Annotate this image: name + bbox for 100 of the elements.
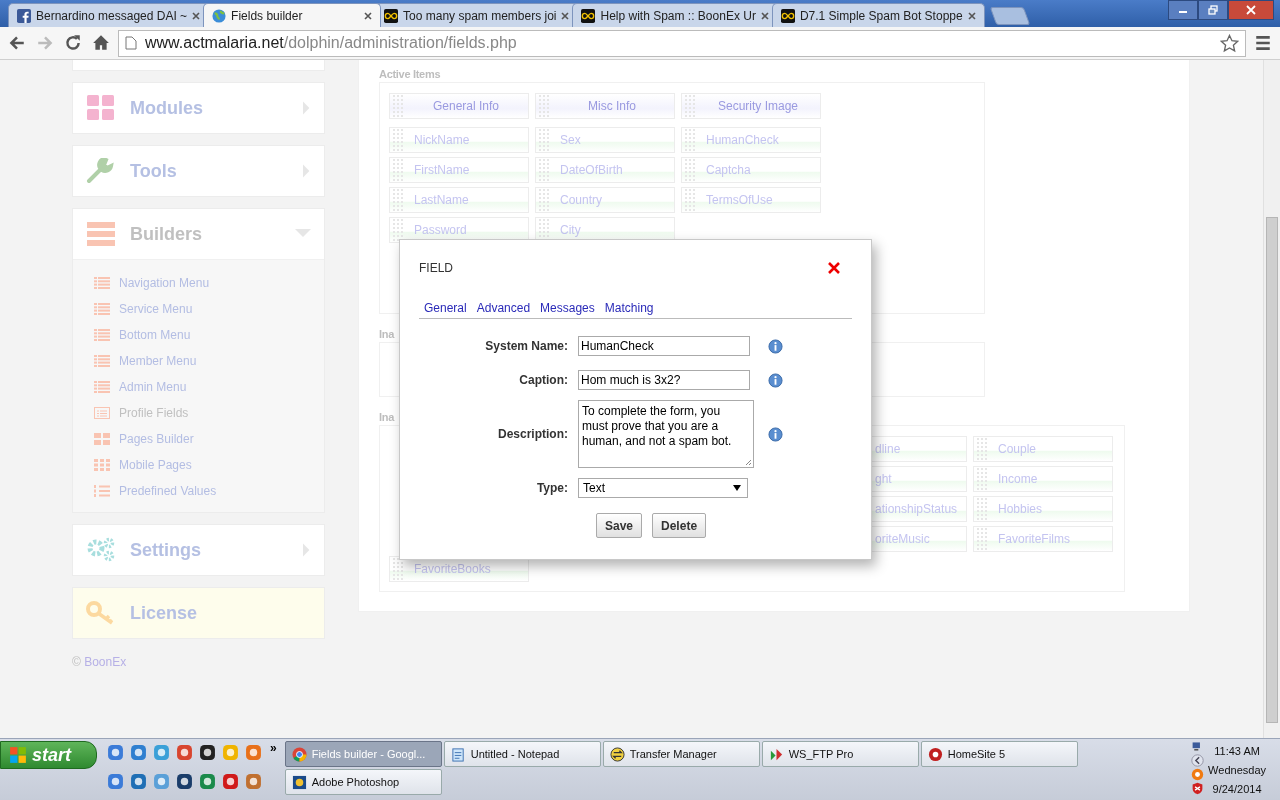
menu-item[interactable]: Service Menu: [94, 296, 324, 322]
menu-header[interactable]: License: [73, 588, 324, 638]
clock-time: 11:43 AM: [1214, 744, 1260, 757]
close-icon[interactable]: [967, 11, 976, 20]
tab-title: Fields builder: [231, 8, 304, 23]
more-icon[interactable]: »: [262, 739, 285, 757]
menu-header[interactable]: Tools: [73, 146, 324, 196]
taskbar-button[interactable]: HomeSite 5: [920, 741, 1078, 767]
star-icon[interactable]: [1220, 33, 1239, 53]
dialog-button[interactable]: Delete: [652, 513, 707, 538]
grid-icon: [86, 95, 116, 121]
field-item[interactable]: LastName: [389, 187, 529, 213]
field-item[interactable]: FirstName: [389, 157, 529, 183]
shield-icon[interactable]: [1191, 782, 1205, 795]
group-item[interactable]: General Info: [389, 93, 529, 119]
menu-title: Settings: [130, 539, 202, 561]
browser-tab[interactable]: Fields builder: [203, 3, 382, 27]
field-item[interactable]: Hobbies: [973, 496, 1113, 522]
grid-icon: [94, 433, 110, 445]
text-field[interactable]: Hom much is 3x2?: [578, 370, 750, 390]
dialog-button[interactable]: Save: [596, 513, 643, 538]
copyright-symbol: ©: [72, 655, 81, 669]
description-field[interactable]: To complete the form, you must prove that you are a human, and not a spam bot.: [578, 400, 754, 468]
list-icon: [94, 381, 110, 393]
dialog-tab[interactable]: General: [424, 301, 467, 315]
field-item[interactable]: Captcha: [681, 157, 821, 183]
info-icon[interactable]: [768, 372, 783, 388]
menu-item[interactable]: Mobile Pages: [94, 452, 324, 478]
scrollbar[interactable]: [1263, 60, 1280, 738]
taskbar-button[interactable]: Adobe Photoshop: [284, 769, 442, 795]
taskbar-button[interactable]: Untitled - Notepad: [443, 741, 601, 767]
close-icon[interactable]: [760, 11, 769, 20]
dropdown-caret-icon: [733, 485, 741, 491]
boonex-link[interactable]: BoonEx: [84, 655, 127, 669]
transfer-icon: [609, 746, 625, 762]
clock-day: Wednesday: [1208, 763, 1266, 776]
notepad-icon: [450, 746, 466, 762]
dialog-tab[interactable]: Matching: [604, 301, 654, 315]
text-field[interactable]: HumanCheck: [578, 336, 750, 356]
group-item[interactable]: Misc Info: [535, 93, 675, 119]
field-label: System Name:: [484, 339, 569, 353]
caret-right-icon: [303, 543, 311, 557]
browser-tab[interactable]: D7.1 Simple Spam Bot Stoppe: [771, 3, 985, 27]
field-item[interactable]: DateOfBirth: [535, 157, 675, 183]
caret-right-icon: [303, 164, 311, 178]
chevron-left-icon[interactable]: [1191, 754, 1205, 767]
start-button[interactable]: start: [0, 741, 97, 769]
address-bar[interactable]: www.actmalaria.net/dolphin/administration/fields.php: [118, 29, 1246, 57]
menu-item[interactable]: Bottom Menu: [94, 322, 324, 348]
menu-title: Tools: [130, 160, 178, 182]
new-tab-button[interactable]: [989, 7, 1030, 25]
chrome-icon: [291, 746, 307, 762]
info-icon[interactable]: [768, 338, 783, 354]
taskbar-button[interactable]: WS_FTP Pro: [761, 741, 919, 767]
field-item[interactable]: TermsOfUse: [681, 187, 821, 213]
dialog-tab[interactable]: Messages: [540, 301, 595, 315]
menu-header[interactable]: Settings: [73, 525, 324, 575]
close-button[interactable]: [1228, 0, 1274, 20]
numbered-list-icon: [94, 485, 110, 497]
menu-item[interactable]: Admin Menu: [94, 374, 324, 400]
field-item[interactable]: FavoriteFilms: [973, 526, 1113, 552]
list-icon: [94, 303, 110, 315]
taskbar-button[interactable]: Transfer Manager: [602, 741, 760, 767]
restore-button[interactable]: [1198, 0, 1228, 20]
menu-item[interactable]: Pages Builder: [94, 426, 324, 452]
tab-title: Help with Spam :: BoonEx Ur: [600, 8, 756, 23]
section-title: Active Items: [379, 68, 441, 80]
menu-item[interactable]: Navigation Menu: [94, 270, 324, 296]
resize-grip-icon[interactable]: [744, 458, 752, 466]
tab-title: Bernardino messaged DAI ~: [36, 8, 188, 23]
group-item[interactable]: Security Image: [681, 93, 821, 119]
dialog-tab[interactable]: Advanced: [476, 301, 531, 315]
menu-header[interactable]: Modules: [73, 83, 324, 133]
close-icon[interactable]: [364, 11, 373, 20]
minimize-button[interactable]: [1168, 0, 1198, 20]
field-item[interactable]: Income: [973, 466, 1113, 492]
grid-icon: [94, 459, 110, 471]
key-icon: [86, 600, 116, 626]
field-item[interactable]: Couple: [973, 436, 1113, 462]
field-item[interactable]: Sex: [535, 127, 675, 153]
launcher-icon[interactable]: [176, 773, 193, 790]
menu-title: Builders: [130, 223, 204, 245]
tab-title: D7.1 Simple Spam Bot Stoppe: [799, 8, 963, 23]
launcher-icon[interactable]: [199, 744, 216, 761]
menu-item[interactable]: Predefined Values: [94, 478, 324, 504]
info-icon[interactable]: [768, 426, 783, 442]
type-dropdown[interactable]: Text: [578, 478, 748, 498]
field-item[interactable]: NickName: [389, 127, 529, 153]
field-item[interactable]: HumanCheck: [681, 127, 821, 153]
taskbar-button[interactable]: Fields builder - Googl...: [284, 741, 442, 767]
field-item[interactable]: Country: [535, 187, 675, 213]
menu-item[interactable]: Member Menu: [94, 348, 324, 374]
close-icon[interactable]: [561, 11, 570, 20]
caret-down-icon: [295, 229, 311, 239]
close-icon: [1246, 5, 1256, 15]
field-label: Caption:: [518, 373, 569, 387]
form-icon: [94, 407, 110, 419]
infinity-icon: [581, 8, 596, 23]
close-icon[interactable]: [192, 11, 201, 20]
dialog-title: FIELD: [419, 261, 453, 275]
